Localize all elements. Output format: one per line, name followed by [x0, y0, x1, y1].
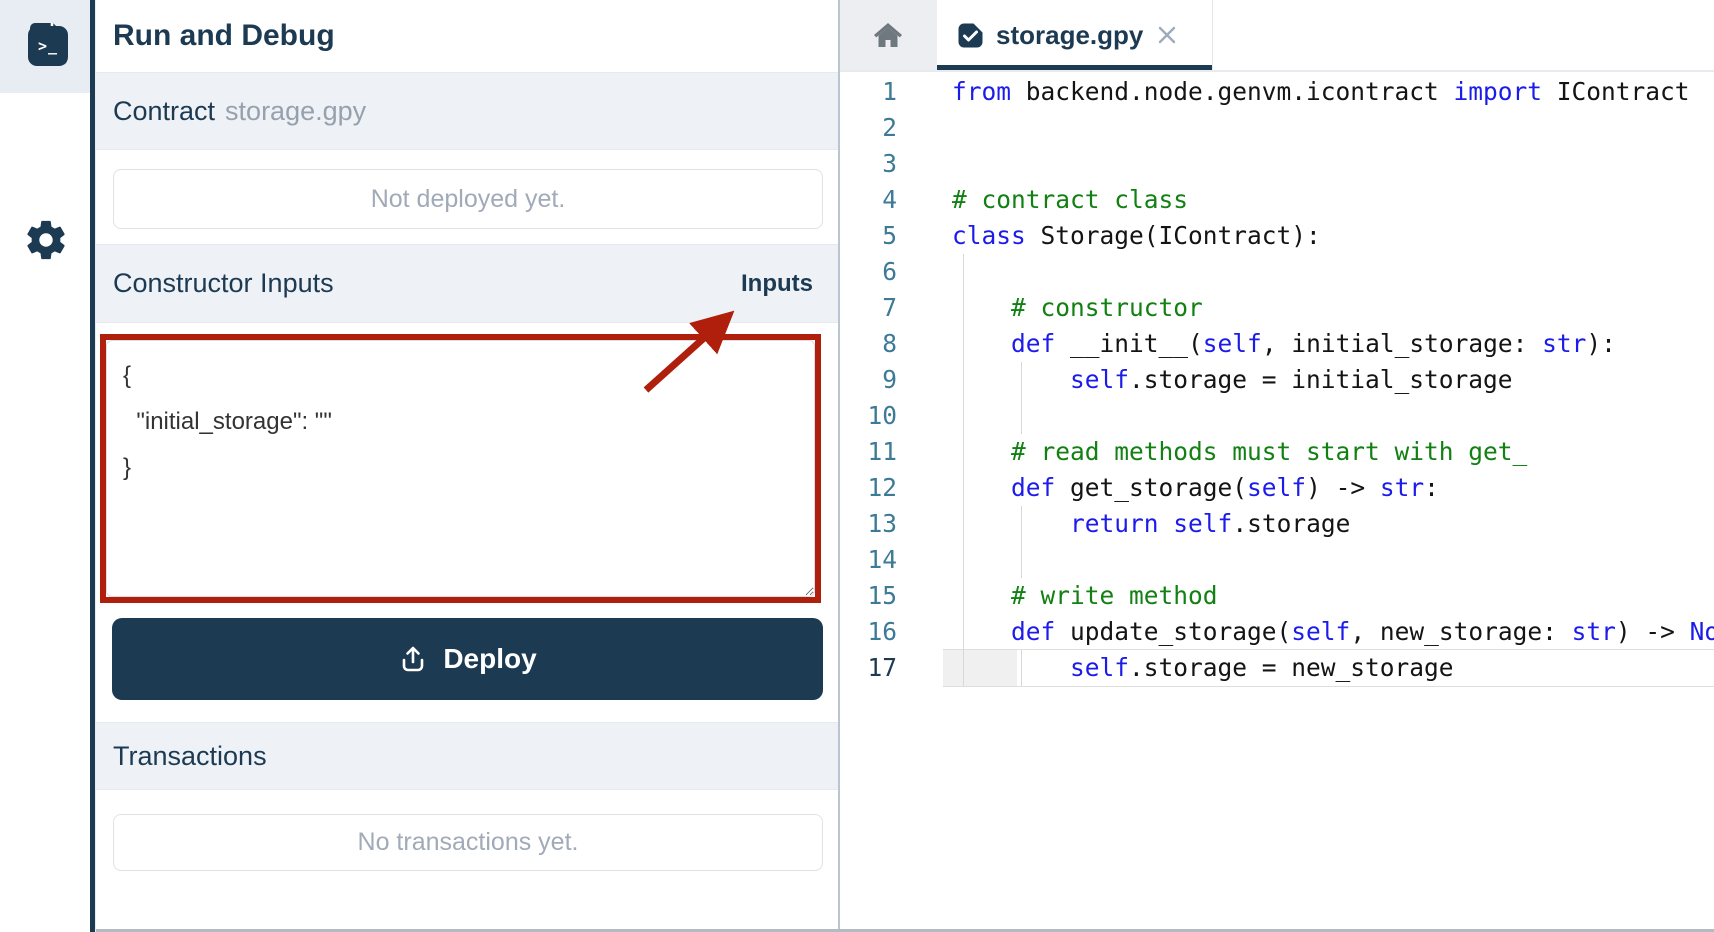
code-line-6: 6 [838, 254, 1714, 290]
code-text: from backend.node.genvm.icontract import… [952, 77, 1690, 106]
constructor-section-header: Constructor Inputs Inputs [96, 244, 838, 323]
deploy-status-text: Not deployed yet. [370, 184, 566, 213]
code-line-14: 14 [838, 542, 1714, 578]
code-text: # read methods must start with get_ [952, 437, 1528, 466]
code-text: # constructor [952, 293, 1203, 322]
line-number: 1 [882, 77, 897, 106]
line-number: 16 [867, 617, 897, 646]
gear-icon [27, 220, 65, 260]
contract-section-header: Contract storage.gpy [96, 72, 838, 150]
code-text: # contract class [952, 185, 1189, 214]
line-number: 17 [867, 653, 897, 682]
upload-icon [403, 646, 424, 672]
line-number: 11 [867, 437, 897, 466]
code-line-8: 8 def __init__(self, initial_storage: st… [838, 326, 1714, 362]
code-line-2: 2 [838, 110, 1714, 146]
tab-label: storage.gpy [996, 19, 1144, 50]
home-tab[interactable] [838, 0, 937, 70]
constructor-inputs-textarea[interactable]: { "initial_storage": "" } [106, 340, 815, 597]
code-line-10: 10 [838, 398, 1714, 434]
line-number: 2 [882, 113, 897, 142]
code-text: return self.storage [1070, 509, 1351, 538]
code-line-5: 5 class Storage(IContract): [838, 218, 1714, 254]
line-number: 4 [882, 185, 897, 214]
code-line-1: 1 from backend.node.genvm.icontract impor… [838, 74, 1714, 110]
line-number: 12 [867, 473, 897, 502]
code-line-16: 16 def update_storage(self, new_storage:… [838, 614, 1714, 650]
active-tab-underline [937, 65, 1212, 70]
editor-area: 1 from backend.node.genvm.icontract impor… [838, 0, 1714, 932]
contract-label: Contract [113, 95, 216, 126]
transactions-label: Transactions [113, 740, 267, 771]
code-text: class Storage(IContract): [952, 221, 1321, 250]
icon-rail: >_ [0, 0, 96, 932]
line-number: 13 [867, 509, 897, 538]
close-icon[interactable] [1156, 24, 1178, 46]
active-indicator-bar [90, 0, 95, 932]
code-line-4: 4 # contract class [838, 182, 1714, 218]
contract-filename: storage.gpy [225, 95, 367, 126]
code-text: self.storage = new_storage [1070, 653, 1454, 682]
transactions-section-header: Transactions [96, 722, 838, 790]
code-line-11: 11 # read methods must start with get_ [838, 434, 1714, 470]
line-number: 5 [882, 221, 897, 250]
code-line-3: 3 [838, 146, 1714, 182]
code-text: def get_storage(self) -> str: [1011, 473, 1439, 502]
page-title: Run and Debug [113, 19, 335, 52]
code-text: def __init__(self, initial_storage: str)… [1011, 329, 1616, 358]
tab-bar: storage.gpy [838, 0, 1714, 72]
code-line-15: 15 # write method [838, 578, 1714, 614]
file-check-icon [958, 22, 983, 47]
transactions-empty-box: No transactions yet. [113, 814, 823, 871]
line-number: 10 [867, 401, 897, 430]
sidebar-item-run-debug[interactable]: >_ [0, 0, 96, 932]
line-number: 9 [882, 365, 897, 394]
code-text: self.storage = initial_storage [1070, 365, 1513, 394]
inputs-tab[interactable]: Inputs [741, 270, 813, 298]
code-line-9: 9 self.storage = initial_storage [838, 362, 1714, 398]
code-text: # write method [952, 581, 1218, 610]
line-number: 15 [867, 581, 897, 610]
panel-divider[interactable] [838, 0, 840, 932]
line-number: 7 [882, 293, 897, 322]
code-line-7: 7 # constructor [838, 290, 1714, 326]
code-lines[interactable]: 1 from backend.node.genvm.icontract impor… [838, 0, 1714, 932]
constructor-inputs-label: Constructor Inputs [113, 268, 334, 298]
code-line-12: 12 def get_storage(self) -> str: [838, 470, 1714, 506]
line-number: 8 [882, 329, 897, 358]
terminal-icon: >_ [28, 26, 68, 66]
line-number: 6 [882, 257, 897, 286]
home-icon [873, 23, 902, 47]
deploy-button-label: Deploy [443, 643, 537, 674]
deploy-status-box: Not deployed yet. [113, 169, 823, 229]
annotation-highlight-box: { "initial_storage": "" } [100, 334, 821, 603]
settings-sidebar-button[interactable] [23, 217, 69, 263]
transactions-empty-text: No transactions yet. [357, 828, 579, 856]
deploy-button[interactable]: Deploy [112, 618, 823, 700]
line-number: 14 [867, 545, 897, 574]
code-line-13: 13 return self.storage [838, 506, 1714, 542]
line-number: 3 [882, 149, 897, 178]
tab-storage-gpy[interactable]: storage.gpy [937, 0, 1213, 70]
code-text: def update_storage(self, new_storage: st… [1011, 617, 1714, 646]
run-debug-panel: Run and Debug Contract storage.gpy Not d… [96, 0, 838, 932]
code-line-17: 17 self.storage = new_storage [838, 649, 1714, 687]
